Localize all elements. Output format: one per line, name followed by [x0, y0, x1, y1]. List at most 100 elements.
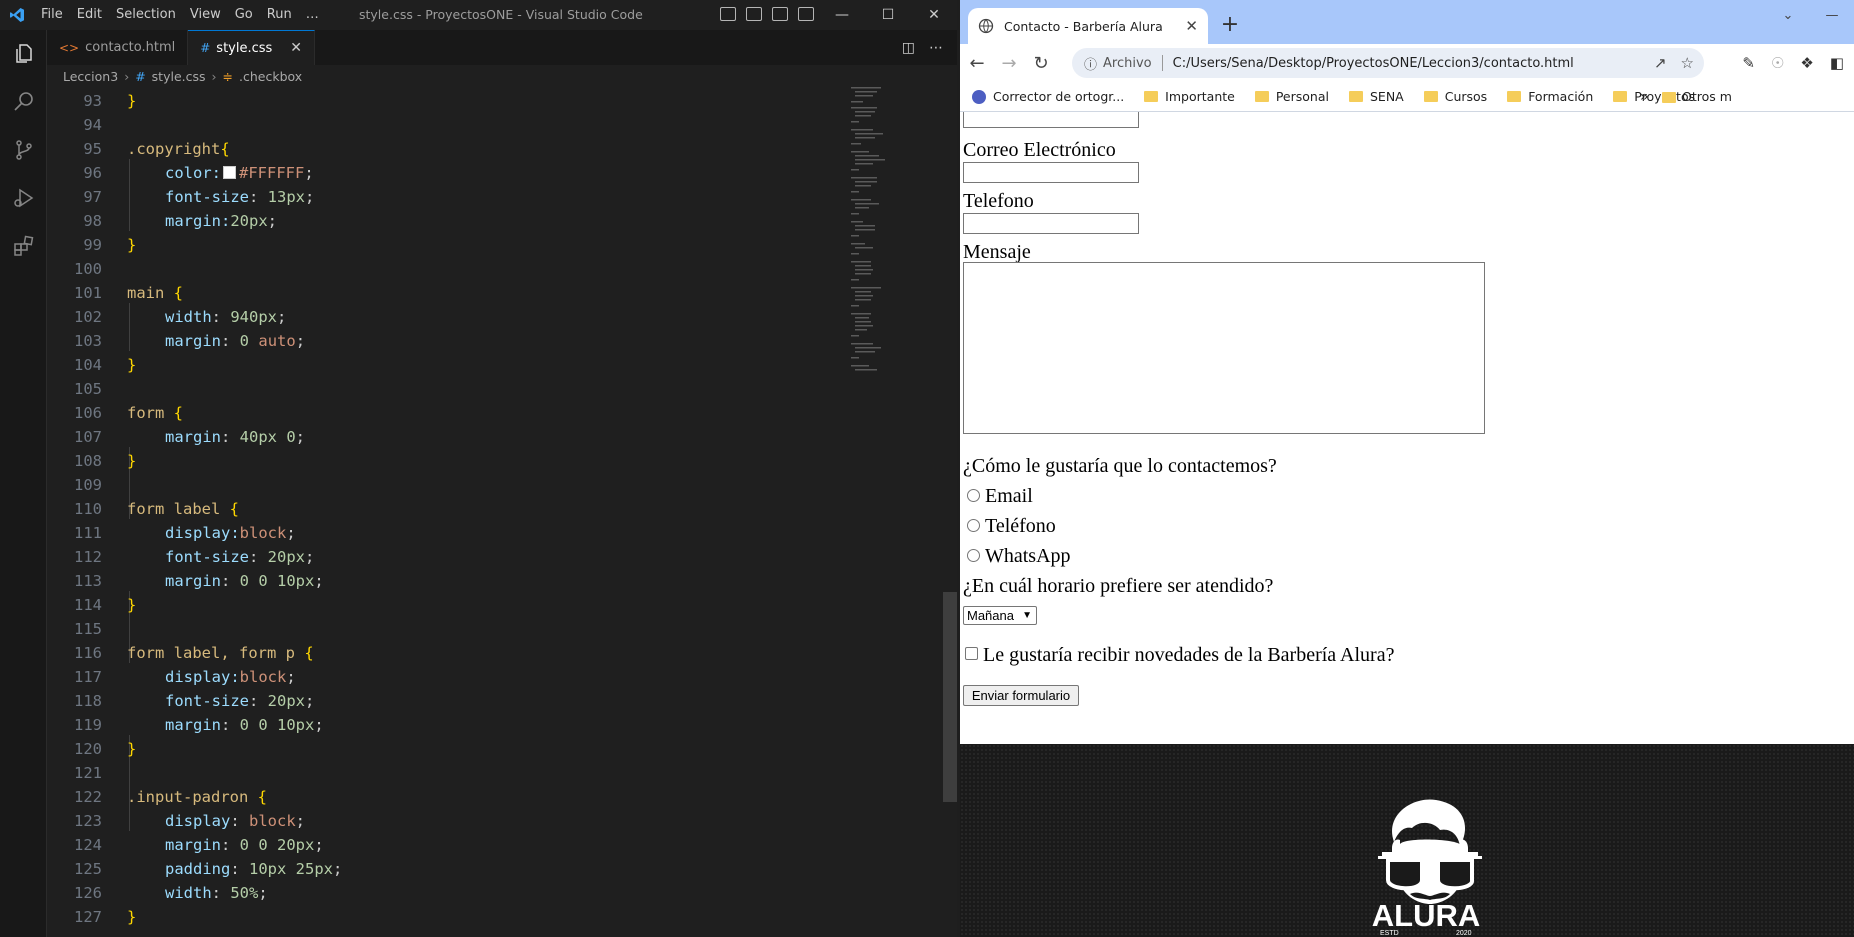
toggle-panel-icon[interactable] [746, 7, 762, 21]
menu-go[interactable]: Go [228, 0, 260, 30]
radio-whatsapp-label[interactable]: WhatsApp [985, 544, 1071, 568]
radio-email[interactable] [967, 489, 980, 502]
reload-icon[interactable]: ↻ [1026, 48, 1056, 78]
forward-icon[interactable]: → [994, 48, 1024, 78]
folder-icon [1348, 91, 1363, 102]
scrollbar-thumb[interactable] [943, 592, 957, 802]
breadcrumb-folder[interactable]: Leccion3 [63, 69, 118, 84]
bookmark-label: Cursos [1444, 89, 1488, 104]
submit-button[interactable]: Enviar formulario [963, 685, 1079, 706]
code-editor[interactable]: 93} 94 95 .copyright{ 96 color: #FFFFFF; 97… [47, 87, 957, 937]
newsletter-label[interactable]: Le gustaría recibir novedades de la Barb… [983, 643, 1394, 667]
schedule-select[interactable]: Mañana ▼ [963, 606, 1037, 625]
line-number: 99 [83, 236, 102, 254]
new-tab-icon[interactable]: + [1216, 10, 1244, 38]
tab-contacto-html[interactable]: <> contacto.html [47, 30, 189, 65]
radio-whatsapp[interactable] [967, 549, 980, 562]
code-token: 10px 25px [249, 860, 333, 878]
email-input[interactable] [963, 162, 1139, 183]
tab-label: style.css [216, 40, 273, 56]
menu-more[interactable]: … [299, 0, 326, 30]
line-number: 120 [74, 740, 102, 758]
bookmark-sena[interactable]: SENA [1339, 89, 1414, 104]
code-line: 110 form label { [47, 497, 917, 521]
schedule-question: ¿En cuál horario prefiere ser atendido? [963, 575, 1274, 597]
name-input[interactable] [963, 112, 1139, 128]
bookmark-importante[interactable]: Importante [1134, 89, 1245, 104]
toggle-secondary-sidebar-icon[interactable] [772, 7, 788, 21]
code-line: 107 margin: 40px 0; [47, 425, 917, 449]
tab-style-css[interactable]: # style.css ✕ [188, 30, 316, 65]
code-token: block [239, 668, 287, 686]
menu-run[interactable]: Run [260, 0, 299, 30]
tab-search-icon[interactable]: ⌄ [1766, 0, 1810, 30]
breadcrumb-file[interactable]: style.css [152, 69, 206, 84]
newsletter-checkbox[interactable] [965, 647, 978, 660]
minimize-icon[interactable]: — [819, 0, 865, 30]
more-actions-icon[interactable]: ⋯ [929, 40, 943, 56]
split-editor-icon[interactable]: ◫ [902, 40, 915, 56]
back-icon[interactable]: ← [962, 48, 992, 78]
menu-view[interactable]: View [183, 0, 228, 30]
bookmark-cursos[interactable]: Cursos [1414, 89, 1497, 104]
extensions-icon[interactable] [0, 222, 47, 270]
share-icon[interactable]: ↗ [1654, 54, 1667, 72]
tab-close-icon[interactable]: ✕ [290, 40, 302, 56]
search-icon[interactable] [0, 78, 47, 126]
bookmark-otros[interactable]: Otros m [1662, 82, 1732, 112]
bookmark-label: Corrector de ortogr... [993, 89, 1125, 104]
radio-telefono-label[interactable]: Teléfono [985, 514, 1056, 538]
side-panel-icon[interactable]: ◧ [1830, 54, 1844, 72]
bookmark-corrector[interactable]: Corrector de ortogr... [960, 89, 1134, 104]
code-line: 125 padding: 10px 25px; [47, 857, 917, 881]
run-debug-icon[interactable] [0, 174, 47, 222]
line-number: 111 [74, 524, 102, 542]
menu-selection[interactable]: Selection [109, 0, 183, 30]
breadcrumb-symbol[interactable]: .checkbox [239, 69, 302, 84]
code-token: font-size [165, 188, 249, 206]
bookmarks-overflow-icon[interactable]: » [1640, 82, 1649, 112]
phone-input[interactable] [963, 213, 1139, 234]
code-token: margin [165, 836, 221, 854]
address-bar[interactable]: ⓘ Archivo C:/Users/Sena/Desktop/Proyectos… [1072, 48, 1704, 78]
bookmark-formacion[interactable]: Formación [1497, 89, 1603, 104]
bookmark-star-icon[interactable]: ☆ [1681, 54, 1694, 72]
code-token: 20px [267, 692, 305, 710]
tab-close-icon[interactable]: ✕ [1185, 17, 1198, 35]
menu-edit[interactable]: Edit [70, 0, 109, 30]
bookmark-label: Formación [1528, 89, 1594, 104]
compass-extension-icon[interactable]: ☉ [1771, 54, 1784, 72]
puzzle-extensions-icon[interactable]: ❖ [1800, 54, 1813, 72]
minimize-icon[interactable]: — [1810, 0, 1854, 30]
code-token: display: [165, 668, 240, 686]
radio-telefono[interactable] [967, 519, 980, 532]
minimap[interactable] [847, 87, 927, 387]
eyedropper-extension-icon[interactable]: ✎ [1742, 54, 1755, 72]
code-token: margin [165, 572, 221, 590]
address-url[interactable]: C:/Users/Sena/Desktop/ProyectosONE/Lecci… [1173, 56, 1574, 71]
menu-file[interactable]: File [34, 0, 70, 30]
source-control-icon[interactable] [0, 126, 47, 174]
site-info[interactable]: ⓘ Archivo [1084, 54, 1152, 73]
code-token: 20px [230, 212, 268, 230]
css-file-icon: # [200, 41, 211, 55]
line-number: 107 [74, 428, 102, 446]
site-info-label: Archivo [1103, 55, 1152, 71]
customize-layout-icon[interactable] [798, 7, 814, 21]
explorer-icon[interactable] [0, 30, 47, 78]
toggle-primary-sidebar-icon[interactable] [720, 7, 736, 21]
close-icon[interactable]: ✕ [911, 0, 957, 30]
code-line: 115 [47, 617, 917, 641]
radio-email-label[interactable]: Email [985, 484, 1033, 508]
message-textarea[interactable] [963, 262, 1485, 434]
bookmark-personal[interactable]: Personal [1245, 89, 1339, 104]
maximize-icon[interactable]: ☐ [865, 0, 911, 30]
code-line: 97 font-size: 13px; [47, 185, 917, 209]
editor-scrollbar[interactable] [943, 87, 957, 937]
browser-window-controls: ⌄ — [1766, 0, 1854, 30]
color-swatch[interactable] [223, 166, 236, 179]
breadcrumb: Leccion3 › # style.css › ≑ .checkbox [47, 65, 957, 87]
browser-tab[interactable]: Contacto - Barbería Alura ✕ [968, 8, 1208, 44]
code-line: 113 margin: 0 0 10px; [47, 569, 917, 593]
vscode-window: File Edit Selection View Go Run … style.… [0, 0, 957, 937]
